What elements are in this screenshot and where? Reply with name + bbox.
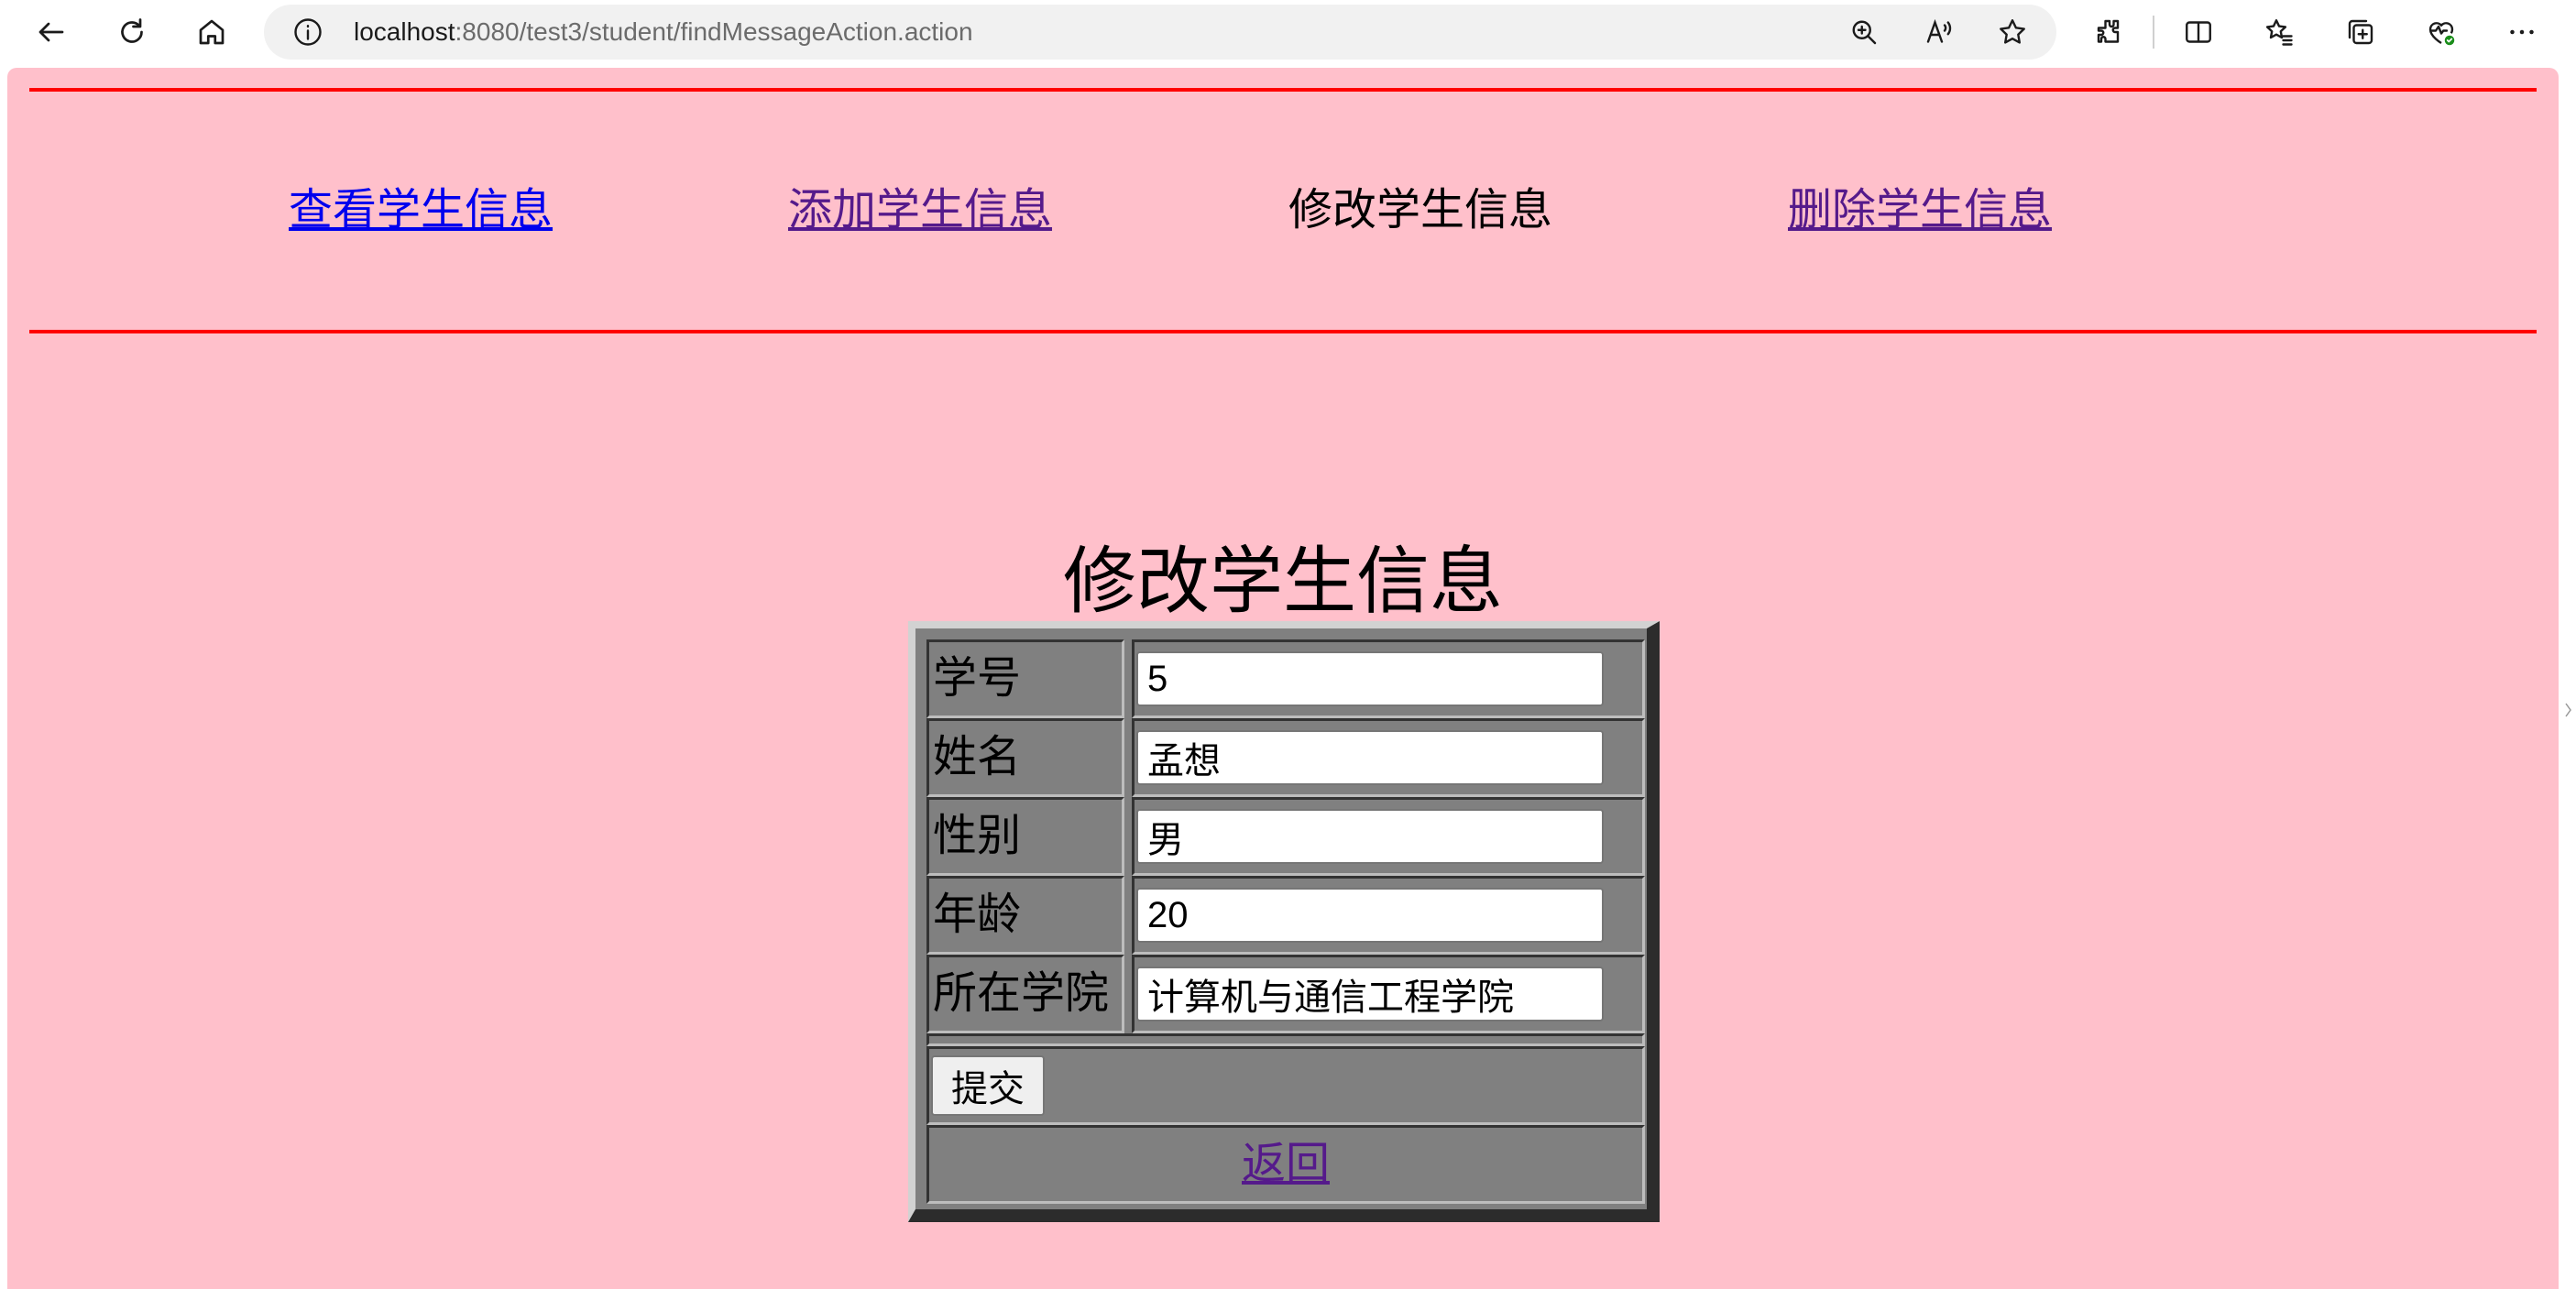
nav-view-students[interactable]: 查看学生信息 [289,183,553,238]
scroll-indicator-icon [2565,703,2571,717]
input-cell-college [1132,955,1645,1033]
browser-essentials-icon[interactable] [2420,11,2462,53]
back-cell: 返回 [926,1125,1645,1204]
collections-icon[interactable] [2340,11,2382,53]
back-arrow-icon[interactable] [30,11,72,53]
college-field[interactable] [1136,967,1604,1021]
label-cell-gender: 性别 [926,797,1124,876]
college-label: 所在学院 [933,969,1110,1018]
refresh-icon[interactable] [111,11,153,53]
submit-cell: 提交 [926,1046,1645,1125]
nav-add-student[interactable]: 添加学生信息 [788,183,1052,238]
favorite-star-icon[interactable] [1996,16,2029,49]
url-path: :8080/test3/student/findMessageAction.ac… [455,17,973,46]
input-cell-gender [1132,797,1645,876]
label-cell-name: 姓名 [926,718,1124,797]
home-icon[interactable] [191,11,233,53]
nav-modify-student: 修改学生信息 [1288,186,1553,235]
back-link[interactable]: 返回 [929,1128,1642,1201]
student-id-field[interactable] [1136,651,1604,706]
age-label: 年龄 [933,890,1022,939]
spacer-row [926,1033,1645,1046]
url-host: localhost [354,17,455,46]
label-cell-age: 年龄 [926,876,1124,955]
read-aloud-icon[interactable] [1923,16,1956,49]
input-cell-name [1132,718,1645,797]
student-id-label: 学号 [933,654,1022,703]
input-cell-student-id [1132,639,1645,718]
input-cell-age [1132,876,1645,955]
extensions-icon[interactable] [2088,11,2131,53]
submit-button[interactable]: 提交 [931,1055,1045,1116]
more-menu-icon[interactable] [2501,11,2543,53]
nav-delete-student[interactable]: 删除学生信息 [1788,183,2052,238]
label-cell-student-id: 学号 [926,639,1124,718]
favorites-icon[interactable] [2258,11,2300,53]
label-cell-college: 所在学院 [926,955,1124,1033]
age-field[interactable] [1136,888,1604,943]
address-bar[interactable]: localhost:8080/test3/student/findMessage… [264,5,2056,60]
gender-label: 性别 [933,812,1022,860]
zoom-icon[interactable] [1847,16,1880,49]
toolbar-separator [2153,16,2154,49]
page-title: 修改学生信息 [1063,541,1503,622]
modify-student-form: 学号 姓名 性别 年龄 所在学院 [908,621,1660,1222]
page-body: 查看学生信息 添加学生信息 修改学生信息 删除学生信息 修改学生信息 学号 姓名… [7,68,2559,1289]
browser-toolbar: localhost:8080/test3/student/findMessage… [0,0,2576,64]
name-label: 姓名 [933,733,1022,781]
split-screen-icon[interactable] [2177,11,2220,53]
name-field[interactable] [1136,730,1604,785]
info-icon[interactable] [291,16,324,49]
top-divider [29,88,2537,92]
bottom-divider [29,330,2537,333]
gender-field[interactable] [1136,809,1604,864]
url-text[interactable]: localhost:8080/test3/student/findMessage… [354,5,973,60]
